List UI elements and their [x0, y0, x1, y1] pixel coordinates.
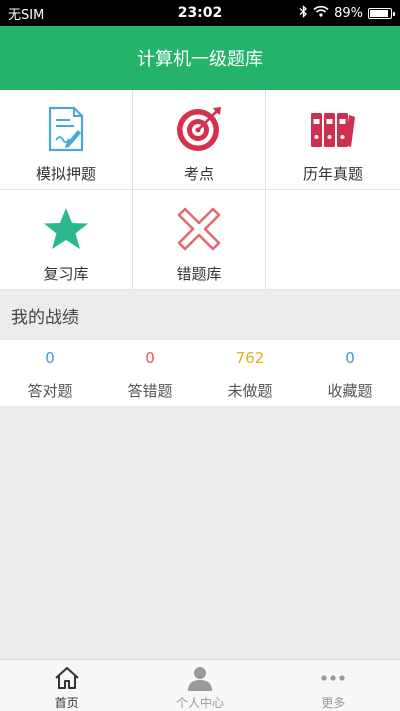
stat-label: 答对题: [27, 382, 73, 400]
stat-value: 0: [145, 349, 155, 367]
more-icon: [319, 664, 347, 692]
grid-item-label: 错题库: [176, 265, 222, 283]
stat-value: 0: [45, 349, 55, 367]
grid-item-review[interactable]: 复习库: [0, 190, 133, 290]
stat-label: 未做题: [227, 382, 273, 400]
person-icon: [186, 664, 214, 692]
grid-item-past-papers[interactable]: 历年真题: [266, 90, 400, 190]
target-icon: [175, 105, 223, 153]
tab-label: 个人中心: [175, 696, 224, 710]
tab-label: 更多: [321, 696, 346, 710]
battery-percent: 89%: [334, 5, 363, 21]
stat-value: 0: [345, 349, 355, 367]
binders-icon: [309, 105, 357, 153]
status-indicators: 89%: [299, 4, 395, 22]
home-icon: [53, 664, 81, 692]
grid-item-key-points[interactable]: 考点: [133, 90, 266, 190]
tab-home[interactable]: 首页: [0, 660, 133, 711]
grid-item-label: 复习库: [43, 265, 89, 283]
stat-label: 收藏题: [327, 382, 373, 400]
cross-icon: [175, 205, 223, 253]
tab-more[interactable]: 更多: [267, 660, 400, 711]
stat-favorites[interactable]: 0 收藏题: [300, 340, 400, 406]
star-icon: [42, 205, 90, 253]
grid-item-label: 历年真题: [302, 165, 363, 183]
battery-icon: [368, 7, 395, 19]
stat-label: 答错题: [127, 382, 173, 400]
grid-item-label: 考点: [183, 165, 214, 183]
app-header: 计算机一级题库: [0, 26, 400, 90]
grid-item-label: 模拟押题: [35, 165, 96, 183]
stat-value: 762: [235, 349, 265, 367]
grid-item-wrong-questions[interactable]: 错题库: [133, 190, 266, 290]
exam-paper-icon: [42, 105, 90, 153]
bluetooth-icon: [299, 4, 308, 22]
section-title-text: 我的战绩: [11, 307, 79, 328]
page-title: 计算机一级题库: [137, 49, 263, 70]
feature-grid: 模拟押题 考点 历年真题 复习库 错题库: [0, 90, 400, 290]
status-bar: 无SIM 23:02 89%: [0, 0, 400, 26]
grid-item-mock-exam[interactable]: 模拟押题: [0, 90, 133, 190]
stat-undone[interactable]: 762 未做题: [200, 340, 300, 406]
tab-bar: 首页 个人中心 更多: [0, 659, 400, 711]
stats-row: 0 答对题 0 答错题 762 未做题 0 收藏题: [0, 340, 400, 406]
wifi-icon: [313, 5, 329, 21]
tab-label: 首页: [54, 696, 79, 710]
carrier-label: 无SIM: [8, 7, 45, 23]
stat-wrong[interactable]: 0 答错题: [100, 340, 200, 406]
grid-empty-cell: [266, 190, 400, 290]
stat-correct[interactable]: 0 答对题: [0, 340, 100, 406]
tab-profile[interactable]: 个人中心: [133, 660, 266, 711]
section-title: 我的战绩: [0, 290, 400, 340]
